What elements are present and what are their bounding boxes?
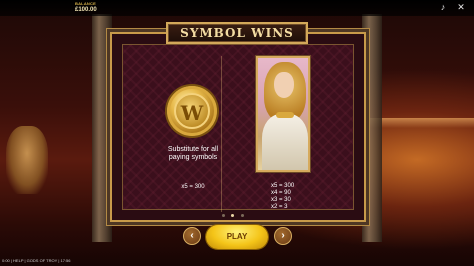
play-button[interactable]: PLAY <box>206 225 268 249</box>
portrait-face <box>274 72 294 98</box>
footer-info: 0:00 | HELP | GODS OF TROY | 17:56 <box>2 258 71 263</box>
sunset-horizon <box>370 118 474 128</box>
paytable-panel <box>110 32 366 222</box>
paytable-background <box>122 44 354 210</box>
page-indicator <box>222 214 252 235</box>
wild-payout: x5 = 300 <box>181 184 205 190</box>
page-dot-active[interactable] <box>231 214 235 217</box>
left-pillar <box>92 14 112 242</box>
title-plate: SYMBOL WINS <box>166 22 308 44</box>
speaker-icon[interactable]: ♪ <box>438 2 448 12</box>
top-bar: BALANCE £100.00 ♪ ✕ <box>0 0 474 16</box>
premium-payouts: x5 = 300 x4 = 90 x3 = 30 x2 = 3 <box>271 183 311 211</box>
balance-value: £100.00 <box>75 7 97 13</box>
payout-line: x2 = 3 <box>271 204 288 210</box>
page-dot[interactable] <box>222 214 225 217</box>
payout-line: x3 = 30 <box>271 197 291 203</box>
balance-label: BALANCE <box>75 1 96 6</box>
portrait-jewelry <box>276 112 294 118</box>
trojan-horse-statue <box>6 126 48 194</box>
next-page-button[interactable]: › <box>274 227 292 245</box>
page-dot[interactable] <box>240 214 244 217</box>
payout-line: x4 = 90 <box>271 190 291 196</box>
page-title: SYMBOL WINS <box>180 26 294 40</box>
close-icon[interactable]: ✕ <box>456 2 466 12</box>
helen-symbol <box>256 56 310 172</box>
wild-coin-ring: W <box>174 93 210 129</box>
payout-line: x5 = 300 <box>271 183 295 189</box>
wild-coin-symbol: W <box>167 86 217 136</box>
previous-page-button[interactable]: ‹ <box>183 227 201 245</box>
portrait-dress <box>262 114 308 170</box>
wild-description: Substitute for all paying symbols <box>167 146 219 161</box>
wild-letter: W <box>180 101 204 125</box>
